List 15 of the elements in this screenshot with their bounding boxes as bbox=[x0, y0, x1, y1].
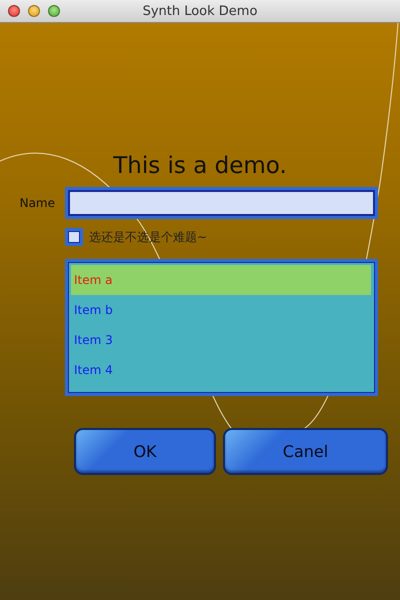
name-label: Name bbox=[18, 196, 56, 210]
close-button[interactable] bbox=[8, 5, 20, 17]
list-item[interactable]: Item 4 bbox=[71, 355, 371, 385]
cancel-button[interactable]: Canel bbox=[223, 428, 388, 475]
ok-button[interactable]: OK bbox=[74, 428, 216, 475]
minimize-button[interactable] bbox=[28, 5, 40, 17]
list-item[interactable]: Item a bbox=[71, 265, 371, 295]
checkbox-label: 选还是不选是个难题~ bbox=[89, 228, 208, 246]
name-field[interactable] bbox=[65, 187, 378, 219]
heading: This is a demo. bbox=[113, 152, 287, 181]
list-item[interactable]: Item 3 bbox=[71, 325, 371, 355]
list-item[interactable]: Item b bbox=[71, 295, 371, 325]
zoom-button[interactable] bbox=[48, 5, 60, 17]
checkbox[interactable] bbox=[65, 228, 83, 246]
window-title: Synth Look Demo bbox=[142, 4, 258, 18]
